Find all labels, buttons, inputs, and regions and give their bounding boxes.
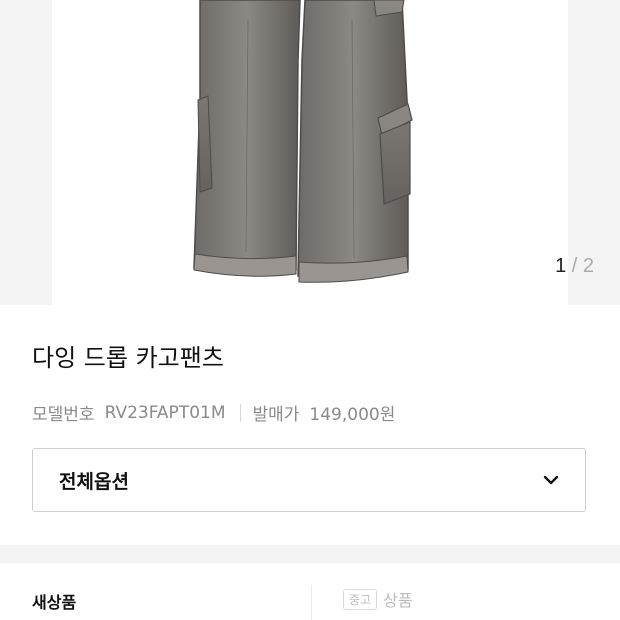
product-meta: 모델번호 RV23FAPT01M 발매가 149,000원 <box>32 400 396 426</box>
meta-divider <box>239 403 241 422</box>
tab-divider <box>311 585 312 620</box>
product-gallery[interactable]: 1 / 2 <box>0 0 620 305</box>
pager-total: 2 <box>582 255 594 277</box>
pager-separator: / <box>571 255 578 277</box>
release-price-value: 149,000원 <box>309 405 396 425</box>
tab-new-product[interactable]: 새상품 <box>32 589 76 613</box>
gallery-pager: 1 / 2 <box>555 255 594 278</box>
option-select-label: 전체옵션 <box>59 470 129 493</box>
condition-tabs: 새상품 중고 상품 <box>0 563 620 620</box>
option-select-dropdown[interactable]: 전체옵션 <box>32 448 586 512</box>
release-price-label: 발매가 <box>252 405 300 425</box>
product-image-frame <box>52 0 568 305</box>
used-tab-label: 상품 <box>383 591 413 610</box>
chevron-down-icon <box>543 475 559 485</box>
tab-used-product[interactable]: 중고 상품 <box>343 587 413 611</box>
product-title: 다잉 드롭 카고팬츠 <box>32 344 224 372</box>
model-number-label: 모델번호 <box>32 405 95 425</box>
pager-current: 1 <box>555 255 567 277</box>
section-gap <box>0 545 620 563</box>
model-number-value: RV23FAPT01M <box>104 402 226 423</box>
used-badge: 중고 <box>343 588 378 610</box>
cargo-pants-image <box>193 0 413 283</box>
